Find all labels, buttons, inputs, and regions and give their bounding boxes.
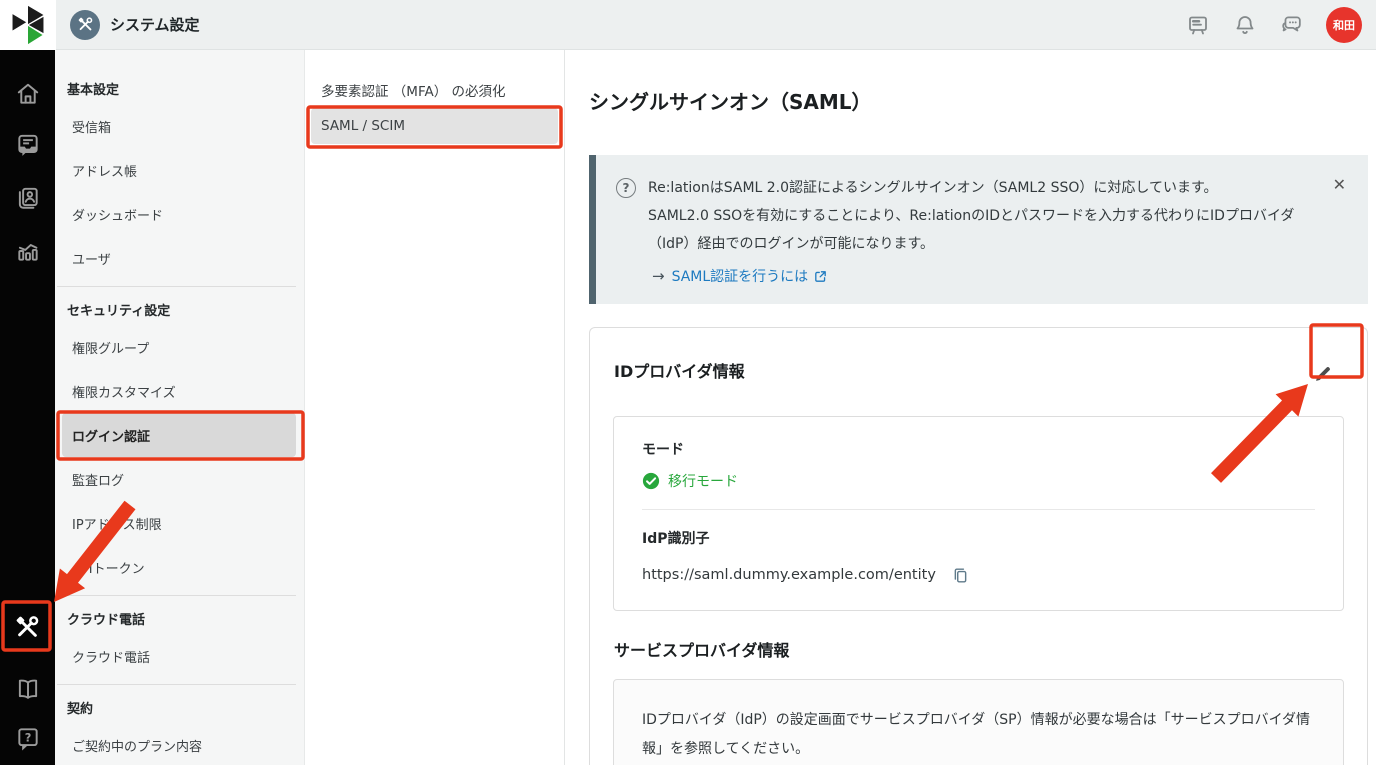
edit-idp-button[interactable]	[1305, 356, 1341, 392]
idp-identifier-value: https://saml.dummy.example.com/entity	[642, 567, 936, 583]
chat-support-button[interactable]	[1279, 12, 1304, 37]
sidebar-item-users[interactable]: ユーザ	[55, 236, 304, 280]
mode-label: モード	[642, 439, 1315, 459]
sidebar-item-permission-groups[interactable]: 権限グループ	[55, 325, 304, 369]
app-logo[interactable]	[0, 0, 56, 50]
system-settings-badge	[70, 10, 100, 40]
sidebar-item-dashboard[interactable]: ダッシュボード	[55, 192, 304, 236]
copy-button[interactable]	[950, 564, 972, 586]
info-banner-text: Re:lationはSAML 2.0認証によるシングルサインオン（SAML2 S…	[648, 174, 1324, 258]
sidebar-item-inbox[interactable]: 受信箱	[55, 104, 304, 148]
home-icon	[15, 81, 41, 107]
icon-rail: ?	[0, 50, 55, 765]
top-header: システム設定 和田	[56, 0, 1376, 50]
page-title: シングルサインオン（SAML）	[589, 86, 1368, 115]
header-actions: 和田	[1185, 7, 1362, 43]
idp-identifier-label: IdP識別子	[642, 528, 1315, 548]
sidebar-item-permission-customize[interactable]: 権限カスタマイズ	[55, 369, 304, 413]
inbox-icon	[15, 132, 41, 158]
nav-section-contract: 契約	[55, 691, 304, 723]
relation-logo-icon	[8, 4, 48, 46]
sp-info-card: IDプロバイダ（IdP）の設定画面でサービスプロバイダ（SP）情報が必要な場合は…	[613, 679, 1344, 765]
sidebar-item-current-plan[interactable]: ご契約中のプラン内容	[55, 723, 304, 765]
sidebar-item-address-book[interactable]: アドレス帳	[55, 148, 304, 192]
divider	[57, 684, 296, 685]
settings-sidebar: 基本設定 受信箱 アドレス帳 ダッシュボード ユーザ セキュリティ設定 権限グル…	[55, 50, 305, 765]
idp-info-card: モード 移行モード IdP識別子 https://saml.dummy.exam…	[613, 416, 1344, 611]
contact-cards-icon	[15, 185, 41, 211]
divider	[57, 595, 296, 596]
announcements-button[interactable]	[1185, 12, 1210, 37]
nav-section-basic: 基本設定	[55, 72, 304, 104]
bell-icon	[1233, 13, 1257, 37]
sidebar-item-api-token[interactable]: APIトークン	[55, 545, 304, 589]
board-icon	[1186, 13, 1210, 37]
nav-section-cloud-phone: クラウド電話	[55, 602, 304, 634]
info-line-1: Re:lationはSAML 2.0認証によるシングルサインオン（SAML2 S…	[648, 180, 1218, 196]
saml-info-banner: ? Re:lationはSAML 2.0認証によるシングルサインオン（SAML2…	[589, 155, 1368, 304]
book-icon	[15, 676, 41, 702]
help-icon: ?	[15, 725, 41, 751]
svg-text:?: ?	[24, 730, 31, 744]
sidebar-item-login-auth[interactable]: ログイン認証	[62, 413, 296, 457]
subnav-item-saml-scim[interactable]: SAML / SCIM	[311, 108, 558, 144]
page-header-title: システム設定	[110, 14, 200, 35]
chat-bubbles-icon	[1279, 12, 1304, 37]
rail-dashboard-button[interactable]	[14, 237, 41, 264]
check-circle-icon	[642, 472, 660, 490]
sidebar-item-ip-restriction[interactable]: IPアドレス制限	[55, 501, 304, 545]
user-avatar[interactable]: 和田	[1326, 7, 1362, 43]
subnav-item-mfa[interactable]: 多要素認証 （MFA） の必須化	[305, 72, 564, 108]
pencil-icon	[1312, 363, 1334, 385]
question-circle-icon: ?	[616, 178, 636, 198]
sidebar-item-audit-log[interactable]: 監査ログ	[55, 457, 304, 501]
mode-value: 移行モード	[668, 471, 738, 491]
divider	[642, 509, 1315, 510]
tools-icon	[77, 16, 94, 33]
sp-description: IDプロバイダ（IdP）の設定画面でサービスプロバイダ（SP）情報が必要な場合は…	[642, 706, 1315, 764]
saml-settings-panel: IDプロバイダ情報 モード 移行モード IdP識別子 https://saml.…	[589, 327, 1368, 765]
close-icon[interactable]: ✕	[1333, 175, 1346, 194]
sp-section-title: サービスプロバイダ情報	[614, 637, 1343, 661]
rail-system-settings-button[interactable]	[14, 614, 41, 641]
rail-inbox-button[interactable]	[14, 131, 41, 158]
notifications-button[interactable]	[1232, 12, 1257, 37]
idp-section-title: IDプロバイダ情報	[614, 358, 1343, 382]
copy-icon	[951, 566, 970, 585]
rail-manual-button[interactable]	[14, 675, 41, 702]
main-content: シングルサインオン（SAML） ? Re:lationはSAML 2.0認証によ…	[565, 50, 1376, 765]
saml-guide-link[interactable]: SAML認証を行うには	[672, 266, 829, 286]
stats-chart-icon	[15, 238, 41, 264]
tools-icon	[14, 614, 41, 641]
arrow-right-icon: →	[652, 267, 665, 285]
info-line-2: SAML2.0 SSOを有効にすることにより、Re:lationのIDとパスワー…	[648, 208, 1294, 252]
nav-section-security: セキュリティ設定	[55, 293, 304, 325]
login-auth-subnav: 多要素認証 （MFA） の必須化 SAML / SCIM	[305, 50, 565, 765]
sidebar-item-cloud-phone[interactable]: クラウド電話	[55, 634, 304, 678]
rail-help-button[interactable]: ?	[14, 724, 41, 751]
rail-address-book-button[interactable]	[14, 184, 41, 211]
divider	[57, 286, 296, 287]
external-link-icon	[813, 269, 828, 284]
rail-home-button[interactable]	[14, 80, 41, 107]
